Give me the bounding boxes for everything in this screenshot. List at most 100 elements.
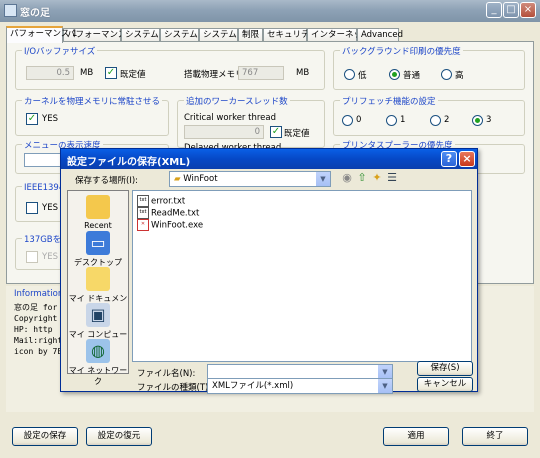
info-line: 窓の足 for xyxy=(14,303,58,312)
maximize-button[interactable]: □ xyxy=(503,2,519,18)
filetype-dropdown[interactable]: XMLファイル(*.xml) ▼ xyxy=(207,378,393,394)
window-titlebar[interactable]: 窓の足 _ □ × xyxy=(0,0,540,22)
save-file-dialog: 設定ファイルの保存(XML) ? × 保存する場所(I): ▰ WinFoot … xyxy=(60,148,478,394)
chevron-down-icon: ▼ xyxy=(378,379,392,393)
save-settings-button[interactable]: 設定の保存 xyxy=(12,427,78,446)
worker-title: 追加のワーカースレッド数 xyxy=(184,95,290,107)
worker-group: 追加のワーカースレッド数 Critical worker thread 0 ✓ … xyxy=(177,95,325,153)
bg-print-group: バックグラウンド印刷の優先度 低 普通 高 xyxy=(333,45,525,90)
bg-print-normal-label: 普通 xyxy=(403,71,421,81)
dialog-cancel-button[interactable]: キャンセル xyxy=(417,377,473,392)
tab-system-2[interactable]: システム 2 xyxy=(160,28,206,42)
prefetch-0-radio[interactable] xyxy=(342,115,353,126)
io-buffer-unit: MB xyxy=(80,68,94,78)
critical-worker-input[interactable]: 0 xyxy=(184,125,264,139)
kernel-yes-checkbox[interactable]: ✓ xyxy=(26,113,38,125)
tab-system-1[interactable]: システム 1 xyxy=(121,28,167,42)
place-desktop[interactable]: ▭ デスクトップ xyxy=(68,231,128,268)
place-label: Recent xyxy=(84,221,112,230)
new-folder-icon[interactable]: ✦ xyxy=(371,172,383,184)
tab-security[interactable]: セキュリティ xyxy=(263,28,318,42)
io-buffer-default-label: 既定値 xyxy=(120,70,146,80)
dialog-save-button[interactable]: 保存(S) xyxy=(417,361,473,376)
io-buffer-title: I/Oバッファサイズ xyxy=(22,45,98,57)
info-line: Mail:right xyxy=(14,336,63,345)
dialog-title: 設定ファイルの保存(XML) xyxy=(67,157,191,168)
prefetch-0-label: 0 xyxy=(356,115,362,125)
bg-print-low-label: 低 xyxy=(358,71,367,81)
file-item[interactable]: txt error.txt xyxy=(137,195,185,207)
back-icon[interactable]: ◉ xyxy=(341,172,353,184)
bg-print-normal-radio[interactable] xyxy=(389,69,400,80)
bg-print-title: バックグラウンド印刷の優先度 xyxy=(340,45,463,57)
prefetch-group: プリフェッチ機能の設定 0 1 2 3 xyxy=(333,95,525,136)
computer-icon: ▣ xyxy=(86,303,110,327)
tab-internet[interactable]: インターネット xyxy=(307,28,371,42)
tab-advanced[interactable]: Advanced xyxy=(357,28,403,42)
physmem-label: 搭載物理メモリ xyxy=(184,70,244,80)
lba48-yes-label: YES xyxy=(42,252,58,262)
tab-strip: パフォーマンス 1 パフォーマンス 2 システム 1 システム 2 システム 3… xyxy=(6,26,534,43)
documents-icon xyxy=(86,267,110,291)
minimize-button[interactable]: _ xyxy=(486,2,502,18)
save-in-label: 保存する場所(I): xyxy=(75,176,139,186)
ieee1394-yes-checkbox[interactable] xyxy=(26,202,38,214)
tab-performance-1[interactable]: パフォーマンス 1 xyxy=(6,26,77,43)
ieee1394-yes-label: YES xyxy=(42,203,58,213)
text-file-icon: txt xyxy=(137,207,149,219)
prefetch-3-radio[interactable] xyxy=(472,115,483,126)
tab-system-3[interactable]: システム 3 xyxy=(199,28,245,42)
recent-folder-icon xyxy=(86,195,110,219)
physmem-unit: MB xyxy=(296,68,310,78)
place-recent[interactable]: Recent xyxy=(68,195,128,230)
dialog-titlebar[interactable]: 設定ファイルの保存(XML) ? × xyxy=(61,149,477,169)
window-title: 窓の足 xyxy=(20,8,50,19)
kernel-yes-label: YES xyxy=(42,114,58,124)
dialog-close-button[interactable]: × xyxy=(459,151,475,167)
bg-print-low-radio[interactable] xyxy=(344,69,355,80)
view-menu-icon[interactable]: ☰ xyxy=(386,172,398,184)
chevron-down-icon: ▼ xyxy=(316,172,330,186)
save-in-dropdown[interactable]: ▰ WinFoot ▼ xyxy=(169,171,331,187)
place-label: マイ ネットワーク xyxy=(68,366,128,386)
io-buffer-group: I/Oバッファサイズ 0.5 MB ✓ 既定値 搭載物理メモリ 767 MB xyxy=(15,45,325,90)
critical-worker-label: Critical worker thread xyxy=(184,113,276,123)
io-buffer-input[interactable]: 0.5 xyxy=(26,66,74,80)
filename-label: ファイル名(N): xyxy=(137,369,196,379)
restore-settings-button[interactable]: 設定の復元 xyxy=(86,427,152,446)
place-label: デスクトップ xyxy=(74,258,122,267)
bg-print-high-label: 高 xyxy=(455,71,464,81)
lba48-yes-checkbox[interactable] xyxy=(26,251,38,263)
file-item[interactable]: ✕ WinFoot.exe xyxy=(137,219,203,231)
folder-icon: ▰ xyxy=(174,174,181,184)
worker-default-checkbox[interactable]: ✓ xyxy=(270,126,282,138)
desktop-icon: ▭ xyxy=(86,231,110,255)
dialog-help-button[interactable]: ? xyxy=(441,151,457,167)
chevron-down-icon: ▼ xyxy=(378,365,392,379)
filetype-label: ファイルの種類(T): xyxy=(137,383,212,393)
kernel-title: カーネルを物理メモリに常駐させる xyxy=(22,95,163,107)
bg-print-high-radio[interactable] xyxy=(441,69,452,80)
app-icon xyxy=(4,4,17,17)
exe-file-icon: ✕ xyxy=(137,219,149,231)
places-bar: Recent ▭ デスクトップ マイ ドキュメント ▣ マイ コンピュータ ◍ … xyxy=(67,190,129,386)
apply-button[interactable]: 適用 xyxy=(383,427,449,446)
prefetch-title: プリフェッチ機能の設定 xyxy=(340,95,438,107)
place-my-network[interactable]: ◍ マイ ネットワーク xyxy=(68,339,128,387)
file-item[interactable]: txt ReadMe.txt xyxy=(137,207,199,219)
io-buffer-default-checkbox[interactable]: ✓ xyxy=(105,67,117,79)
info-line: Copyright xyxy=(14,314,58,323)
network-icon: ◍ xyxy=(86,339,110,363)
prefetch-2-radio[interactable] xyxy=(430,115,441,126)
prefetch-2-label: 2 xyxy=(444,115,450,125)
information-text: 窓の足 for Copyright HP: http Mail:right ic… xyxy=(14,302,62,357)
information-title: Information xyxy=(14,289,64,299)
prefetch-1-radio[interactable] xyxy=(386,115,397,126)
close-button[interactable]: × xyxy=(520,2,536,18)
up-folder-icon[interactable]: ⇧ xyxy=(356,172,368,184)
file-list[interactable]: txt error.txt txt ReadMe.txt ✕ WinFoot.exe xyxy=(132,190,472,362)
exit-button[interactable]: 終了 xyxy=(462,427,528,446)
tab-restrictions[interactable]: 制限 xyxy=(238,28,263,42)
physmem-value: 767 xyxy=(238,66,284,80)
info-line: HP: http xyxy=(14,325,53,334)
